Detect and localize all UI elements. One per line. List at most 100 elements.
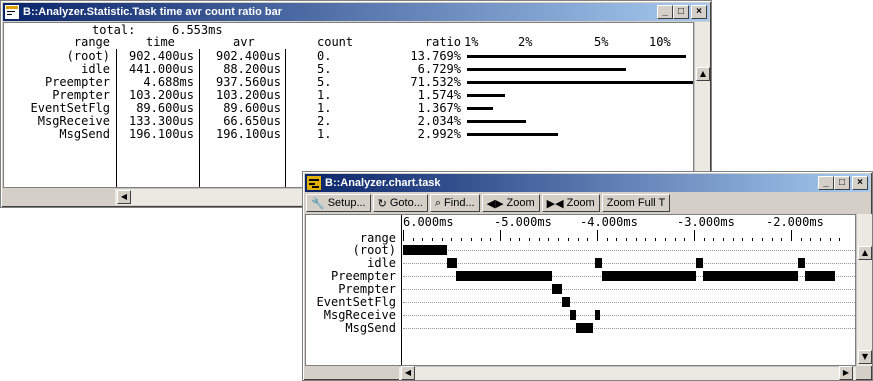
ruler-minor-tick [607,238,608,241]
track-label: MsgSend [345,321,396,335]
header-avr: avr [233,35,255,49]
ruler-minor-tick [529,238,530,241]
chart-window: B::Analyzer.chart.task _ □ × 🔧 Setup... … [302,171,873,381]
task-activity-bar [562,297,570,307]
binoculars-icon: ⌕ [434,196,442,209]
ruler-minor-tick [519,238,520,241]
time-axis-label: -5.000ms [494,215,552,229]
chart-label-divider [401,215,402,365]
task-activity-bar [798,258,805,268]
ruler-minor-tick [510,238,511,241]
scroll-down-arrow-icon[interactable]: ▼ [858,350,872,364]
header-range: range [73,35,110,49]
statistic-titlebar[interactable]: B::Analyzer.Statistic.Task time avr coun… [3,3,709,21]
ruler-minor-tick [704,238,705,241]
minimize-button[interactable]: _ [657,5,673,19]
chart-titlebar[interactable]: B::Analyzer.chart.task _ □ × [305,174,870,192]
zoom-full-label: Zoom Full T [606,197,666,209]
ratio-scale-10: 10% [649,35,671,49]
task-activity-bar [703,271,798,281]
scroll-up-arrow-icon[interactable]: ▲ [858,246,872,260]
ruler-major-tick [500,230,501,241]
ruler-minor-tick [568,238,569,241]
maximize-button[interactable]: □ [673,5,689,19]
track-dotted-line [403,250,855,251]
header-time: time [146,35,175,49]
scroll-left-arrow-icon[interactable]: ◀ [401,366,415,380]
ratio-scale-2: 2% [518,35,533,49]
header-count: count [317,35,354,49]
find-button[interactable]: ⌕ Find... [429,194,480,212]
chart-toolbar: 🔧 Setup... ↻ Goto... ⌕ Find... ◀▶ Zoom ▶… [306,194,671,212]
ruler-minor-tick [626,238,627,241]
chart-vertical-scrollbar[interactable]: ▲ ▼ [856,214,872,366]
ruler-minor-tick [820,238,821,241]
column-divider [285,49,286,187]
row-range: MsgSend [59,127,110,141]
goto-button[interactable]: ↻ Goto... [372,194,428,212]
ruler-minor-tick [471,238,472,241]
ratio-scale-1: 1% [464,35,479,49]
ruler-minor-tick [490,238,491,241]
zoom-in-arrows-icon: ◀▶ [486,197,504,210]
ruler-minor-tick [713,238,714,241]
row-ratio: 2.992% [417,127,461,141]
ruler-major-tick [791,230,792,241]
ruler-minor-tick [645,238,646,241]
row-count: 1. [317,127,332,141]
task-activity-bar [552,284,562,294]
ruler-minor-tick [830,238,831,241]
minimize-button[interactable]: _ [818,176,834,190]
task-activity-bar [456,271,552,281]
ruler-minor-tick [772,238,773,241]
zoom-in-button[interactable]: ◀▶ Zoom [481,194,540,212]
close-button[interactable]: × [852,176,868,190]
find-label: Find... [444,197,475,209]
statistic-vertical-scrollbar[interactable]: ▲ [694,22,710,188]
column-divider [116,49,117,187]
task-activity-bar [602,271,696,281]
ruler-minor-tick [733,238,734,241]
ruler-minor-tick [442,238,443,241]
ratio-bar [467,94,505,97]
ratio-bar [467,81,693,84]
close-button[interactable]: × [691,5,707,19]
ruler-minor-tick [548,238,549,241]
ruler-minor-tick [413,238,414,241]
ruler-minor-tick [636,238,637,241]
total-value: 6.553ms [172,23,223,37]
analyzer-window-icon [5,5,19,19]
zoom-out-button[interactable]: ▶◀ Zoom [541,194,600,212]
ruler-minor-tick [742,238,743,241]
ruler-minor-tick [539,238,540,241]
row-avr: 196.100us [215,127,281,141]
task-activity-bar [595,258,602,268]
zoom-full-button[interactable]: Zoom Full T [601,194,671,212]
track-dotted-line [403,289,855,290]
setup-button[interactable]: 🔧 Setup... [306,194,371,212]
ruler-minor-tick [422,238,423,241]
time-axis-label: -2.000ms [766,215,824,229]
ruler-minor-tick [461,238,462,241]
goto-arrow-icon: ↻ [377,197,387,210]
zoom-out-label: Zoom [566,197,595,209]
scroll-left-arrow-icon[interactable]: ◀ [117,190,131,204]
track-dotted-line [403,263,855,264]
time-axis-label: -3.000ms [677,215,735,229]
chart-window-icon [307,176,321,190]
statistic-content: total: 6.553ms range time avr count rati… [3,22,694,188]
ruler-minor-tick [781,238,782,241]
chart-content: range 6.000ms -5.000ms -4.000ms -3.000ms -2.… [305,214,856,366]
task-activity-bar [696,258,703,268]
ruler-minor-tick [810,238,811,241]
ruler-minor-tick [801,238,802,241]
chart-horizontal-scrollbar[interactable]: ◀ ▶ [399,366,856,380]
task-activity-bar [805,271,835,281]
scroll-right-arrow-icon[interactable]: ▶ [839,366,853,380]
ruler-minor-tick [578,238,579,241]
ruler-minor-tick [675,238,676,241]
ruler-minor-tick [839,238,840,241]
scroll-up-arrow-icon[interactable]: ▲ [696,67,710,81]
maximize-button[interactable]: □ [834,176,850,190]
ratio-bar [467,55,686,58]
